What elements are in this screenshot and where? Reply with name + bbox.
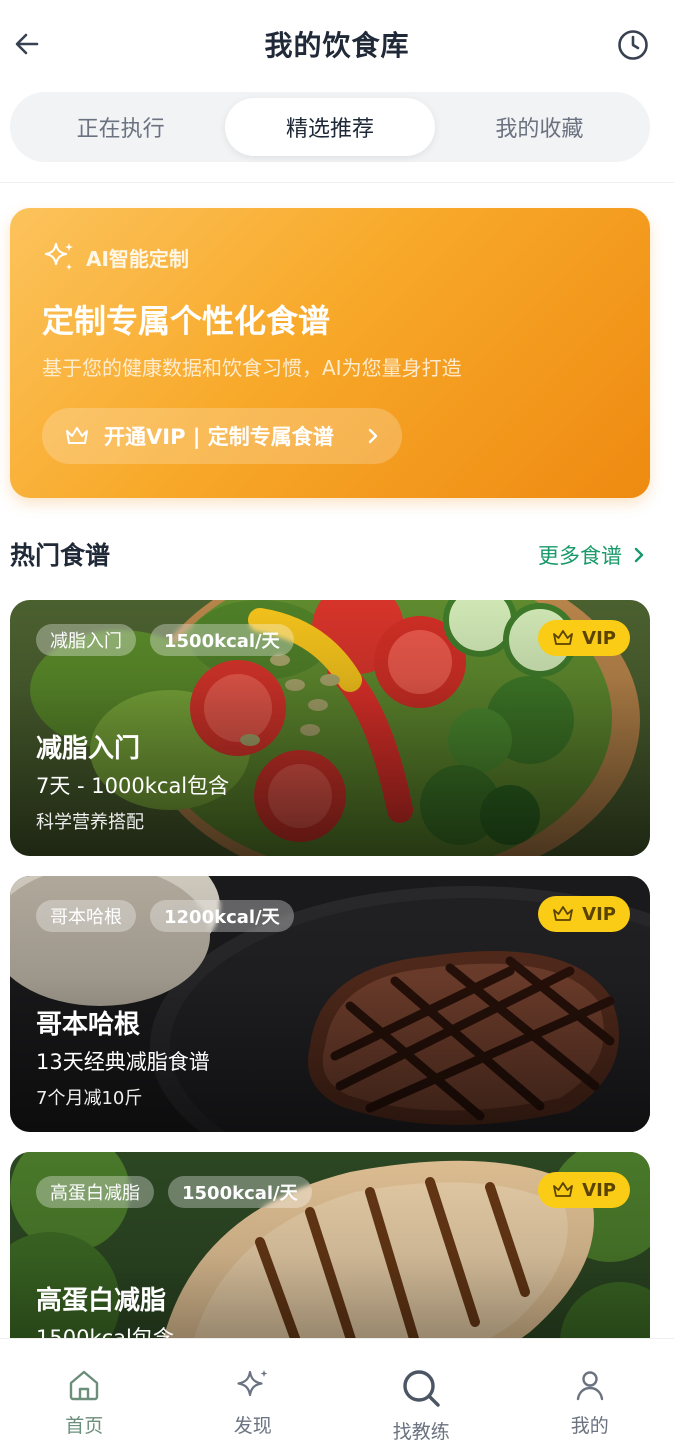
recipe-tag: 减脂入门 (36, 624, 136, 656)
sparkle-icon (237, 1370, 268, 1397)
recipe-title: 哥本哈根 (36, 1010, 141, 1040)
search-icon (403, 1370, 440, 1407)
recipe-subtitle: 7天 - 1000kcal包含 (36, 774, 230, 798)
vip-badge: VIP (538, 896, 630, 932)
top-bar: 我的饮食库 (0, 0, 674, 88)
tab-executing[interactable]: 正在执行 (16, 98, 225, 156)
bottom-navigation: 首页 发现 找教练 我的 (0, 1338, 674, 1456)
nav-label-home: 首页 (65, 1415, 104, 1437)
recipe-tags: 减脂入门 1500kcal/天 (36, 624, 294, 656)
tab-favorites[interactable]: 我的收藏 (435, 98, 644, 156)
recipe-card[interactable]: 哥本哈根 1200kcal/天 VIP 哥本哈根 13天经典减脂食谱 7个月减1… (10, 876, 650, 1132)
recipe-title: 减脂入门 (36, 734, 141, 764)
nav-label-find-coach: 找教练 (392, 1421, 450, 1443)
ai-headline: 定制专属个性化食谱 (42, 302, 331, 340)
ai-tag-row: AI智能定制 (42, 240, 189, 274)
tab-featured[interactable]: 精选推荐 (225, 98, 435, 156)
recipe-card[interactable]: 减脂入门 1500kcal/天 VIP 减脂入门 7天 - 1000kcal包含… (10, 600, 650, 856)
recipe-tag: 高蛋白减脂 (36, 1176, 154, 1208)
clock-icon (618, 30, 648, 60)
calorie-tag: 1200kcal/天 (150, 900, 294, 932)
recipe-subtitle: 13天经典减脂食谱 (36, 1050, 210, 1074)
calorie-tag: 1500kcal/天 (150, 624, 294, 656)
vip-badge: VIP (538, 1172, 630, 1208)
ai-tag-label: AI智能定制 (86, 246, 189, 271)
recipe-note: 7个月减10斤 (36, 1088, 143, 1109)
crown-icon (553, 906, 574, 921)
vip-label: VIP (582, 1179, 616, 1201)
home-icon (70, 1370, 99, 1401)
section-title: 热门食谱 (10, 541, 111, 570)
recipe-title: 高蛋白减脂 (36, 1286, 167, 1316)
segment-tabs: 正在执行 精选推荐 我的收藏 (10, 92, 650, 162)
chevron-right-icon (368, 428, 378, 444)
nav-item-find-coach[interactable]: 找教练 (337, 1339, 506, 1456)
crown-icon (66, 427, 88, 444)
nav-item-mine[interactable]: 我的 (506, 1339, 674, 1456)
more-recipes-label: 更多食谱 (538, 544, 622, 568)
page: 我的饮食库 正在执行 精选推荐 我的收藏 AI智能定制 定制专属个性化食谱 基于… (0, 0, 674, 1456)
ai-description: 基于您的健康数据和饮食习惯，AI为您量身打造 (42, 356, 462, 380)
recipe-tags: 高蛋白减脂 1500kcal/天 (36, 1176, 312, 1208)
vip-label: VIP (582, 903, 616, 925)
page-title: 我的饮食库 (264, 29, 410, 62)
history-button[interactable] (614, 26, 652, 64)
user-icon (576, 1371, 603, 1401)
vip-badge: VIP (538, 620, 630, 656)
recipe-tags: 哥本哈根 1200kcal/天 (36, 900, 294, 932)
open-vip-label: 开通VIP | 定制专属食谱 (104, 425, 334, 449)
ai-custom-banner[interactable]: AI智能定制 定制专属个性化食谱 基于您的健康数据和饮食习惯，AI为您量身打造 … (10, 208, 650, 498)
vip-label: VIP (582, 627, 616, 649)
nav-item-discover[interactable]: 发现 (169, 1339, 338, 1456)
recipe-note: 科学营养搭配 (36, 812, 144, 833)
nav-label-discover: 发现 (233, 1415, 272, 1437)
sparkle-icon (44, 242, 73, 270)
nav-item-home[interactable]: 首页 (0, 1339, 169, 1456)
calorie-tag: 1500kcal/天 (168, 1176, 312, 1208)
crown-icon (553, 630, 574, 645)
more-recipes-link[interactable]: 更多食谱 (538, 540, 646, 570)
nav-label-mine: 我的 (570, 1415, 609, 1437)
chevron-right-icon (634, 547, 644, 563)
recipe-tag: 哥本哈根 (36, 900, 136, 932)
open-vip-button[interactable]: 开通VIP | 定制专属食谱 (42, 408, 402, 464)
header-divider (0, 182, 674, 183)
crown-icon (553, 1182, 574, 1197)
